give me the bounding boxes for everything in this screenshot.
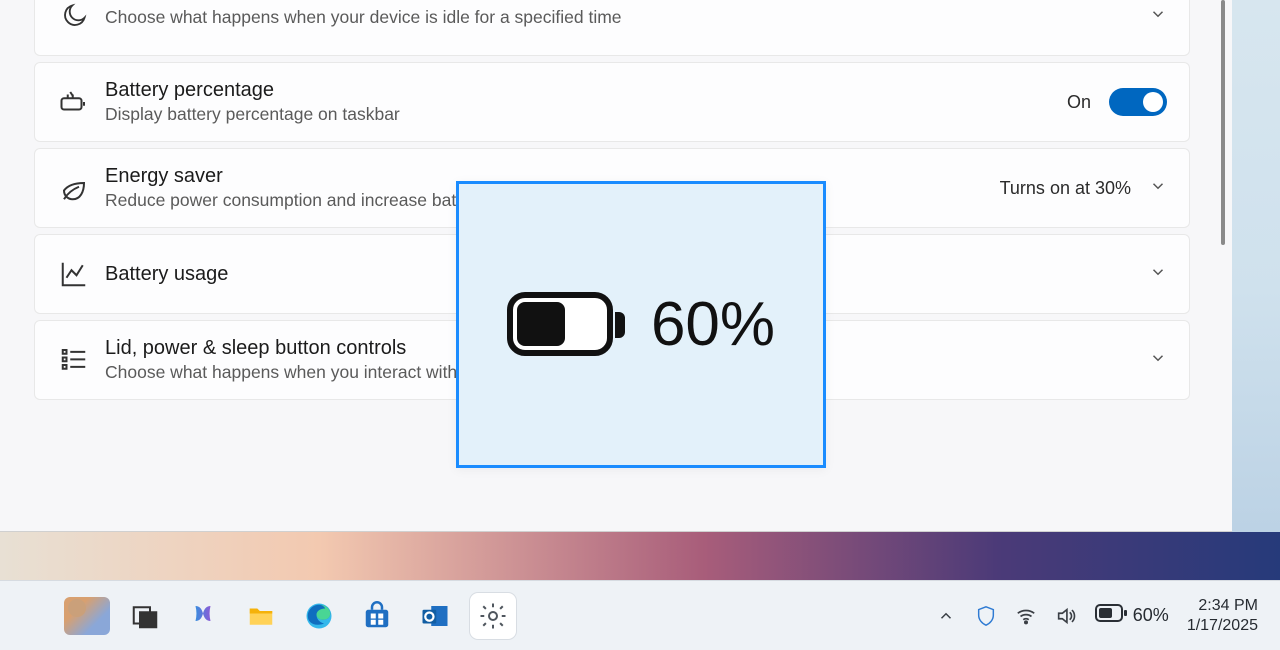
setting-title: Battery percentage: [105, 79, 1067, 102]
clock-date: 1/17/2025: [1187, 616, 1258, 636]
moon-icon: [53, 2, 95, 30]
taskbar-widgets-button[interactable]: [64, 593, 110, 639]
desktop-wallpaper-strip: [0, 532, 1280, 580]
settings-button[interactable]: [470, 593, 516, 639]
setting-sub: Choose what happens when your device is …: [105, 7, 1149, 28]
setting-value: Turns on at 30%: [1000, 178, 1131, 199]
avatar-thumbnail: [64, 597, 110, 635]
tray-overflow-button[interactable]: [935, 605, 957, 627]
list-icon: [53, 345, 95, 375]
battery-tray[interactable]: 60%: [1095, 604, 1169, 627]
battery-large-icon: [507, 292, 625, 358]
outlook-button[interactable]: [412, 593, 458, 639]
desktop-right-edge: [1232, 0, 1280, 580]
toggle-switch[interactable]: [1109, 88, 1167, 116]
clock[interactable]: 2:34 PM 1/17/2025: [1187, 596, 1258, 636]
leaf-icon: [53, 173, 95, 203]
scrollbar-thumb[interactable]: [1221, 0, 1225, 245]
wifi-icon[interactable]: [1015, 605, 1037, 627]
task-view-button[interactable]: [122, 593, 168, 639]
toggle-state-label: On: [1067, 92, 1091, 113]
battery-overlay-popup: 60%: [456, 181, 826, 468]
setting-row-screen-sleep[interactable]: Choose what happens when your device is …: [34, 0, 1190, 56]
taskbar: 60% 2:34 PM 1/17/2025: [0, 580, 1280, 650]
setting-row-battery-percentage[interactable]: Battery percentage Display battery perce…: [34, 62, 1190, 142]
scrollbar[interactable]: [1218, 0, 1230, 380]
microsoft-store-button[interactable]: [354, 593, 400, 639]
clock-time: 2:34 PM: [1187, 596, 1258, 616]
chevron-down-icon: [1149, 5, 1167, 28]
edge-button[interactable]: [296, 593, 342, 639]
battery-overlay-percent: 60%: [651, 289, 775, 360]
file-explorer-button[interactable]: [238, 593, 284, 639]
chevron-down-icon: [1149, 177, 1167, 200]
chevron-down-icon: [1149, 263, 1167, 286]
setting-sub: Display battery percentage on taskbar: [105, 104, 1067, 125]
system-tray: 60% 2:34 PM 1/17/2025: [935, 596, 1280, 636]
chart-icon: [53, 259, 95, 289]
security-icon[interactable]: [975, 605, 997, 627]
chevron-down-icon: [1149, 349, 1167, 372]
battery-tray-text: 60%: [1133, 605, 1169, 626]
battery-plug-icon: [53, 87, 95, 117]
volume-icon[interactable]: [1055, 605, 1077, 627]
battery-icon: [1095, 604, 1127, 627]
copilot-button[interactable]: [180, 593, 226, 639]
